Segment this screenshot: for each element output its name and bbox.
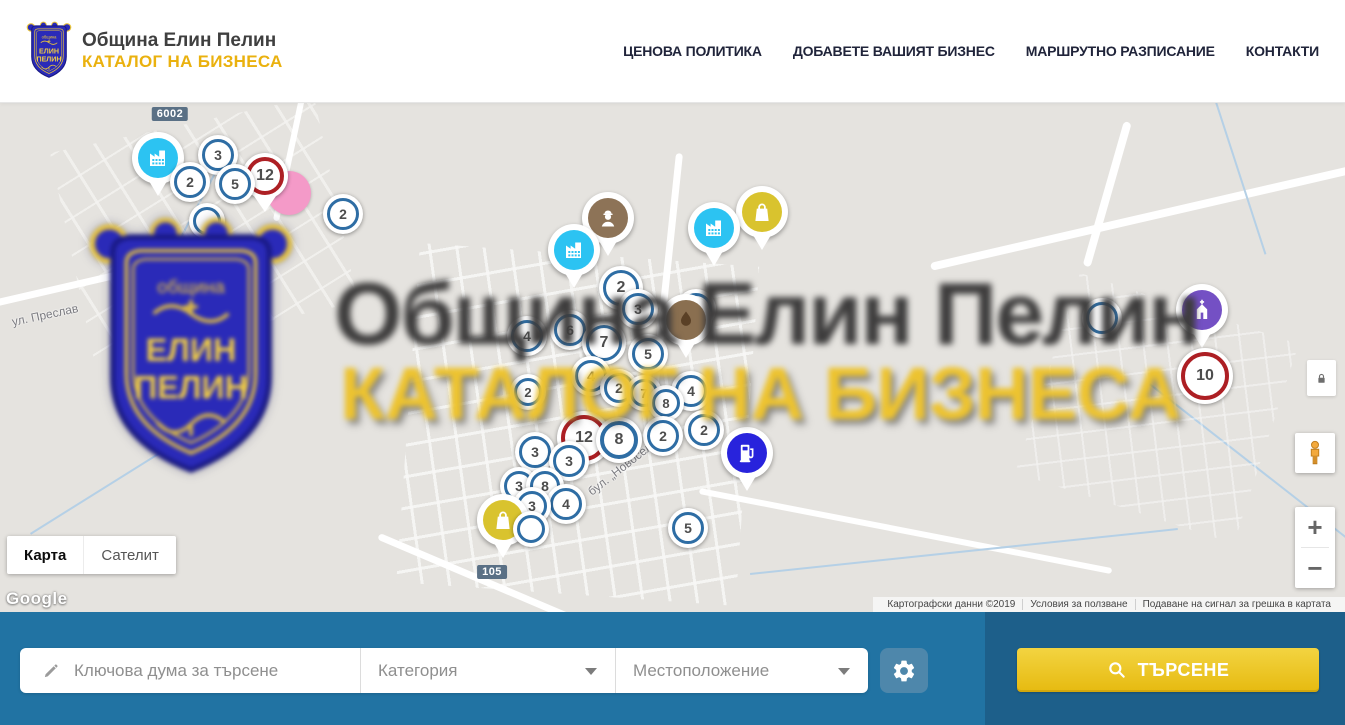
search-button-label: ТЪРСЕНЕ <box>1138 660 1230 681</box>
site-title: Община Елин Пелин <box>82 30 283 52</box>
nav-item-route-schedule[interactable]: МАРШРУТНО РАЗПИСАНИЕ <box>1026 43 1215 59</box>
pegman-icon <box>1301 439 1329 467</box>
cluster-marker[interactable]: 5 <box>668 508 708 548</box>
flame-icon <box>666 300 706 340</box>
cluster-marker[interactable]: 5 <box>628 334 668 374</box>
page: община ЕЛИН ПЕЛИН Община Елин Пелин КАТА… <box>0 0 1345 725</box>
cluster-marker[interactable]: 10 <box>1177 348 1233 404</box>
cluster-marker[interactable] <box>189 203 225 239</box>
map[interactable]: 3251222356475422784221283338345106002105… <box>0 103 1345 612</box>
road-shield: 105 <box>477 565 507 579</box>
factory-pin-marker[interactable] <box>688 202 740 254</box>
street-label: ул. Преслав <box>11 301 80 329</box>
attribution-copyright: Картографски данни ©2019 <box>880 599 1022 610</box>
zoom-in-button[interactable]: + <box>1295 507 1335 547</box>
location-select[interactable]: Местоположение <box>615 648 868 693</box>
map-view-button[interactable]: Карта <box>7 536 83 574</box>
cluster-marker[interactable]: 2 <box>510 374 546 410</box>
search-button[interactable]: ТЪРСЕНЕ <box>1017 648 1319 692</box>
shopping-bag-pin-marker[interactable] <box>736 186 788 238</box>
road-shield: 6002 <box>152 107 188 121</box>
site-logo[interactable]: община ЕЛИН ПЕЛИН Община Елин Пелин КАТА… <box>26 21 283 81</box>
shopping-bag-icon <box>742 192 782 232</box>
worker-icon <box>588 198 628 238</box>
cluster-marker[interactable] <box>1082 298 1122 338</box>
lock-button[interactable] <box>1307 360 1336 396</box>
search-icon <box>1107 660 1127 680</box>
pencil-icon <box>42 662 60 680</box>
church-pin-marker[interactable] <box>1176 284 1228 336</box>
lock-icon <box>1314 371 1329 386</box>
location-select-value: Местоположение <box>633 661 769 681</box>
cluster-marker[interactable]: 3 <box>618 289 658 329</box>
nav-item-contacts[interactable]: КОНТАКТИ <box>1246 43 1319 59</box>
site-subtitle: КАТАЛОГ НА БИЗНЕСА <box>82 52 283 72</box>
nav-item-pricing[interactable]: ЦЕНОВА ПОЛИТИКА <box>623 43 762 59</box>
main-nav: ЦЕНОВА ПОЛИТИКА ДОБАВЕТЕ ВАШИЯТ БИЗНЕС М… <box>623 43 1319 59</box>
pegman-control[interactable] <box>1295 433 1335 473</box>
category-select-value: Категория <box>378 661 457 681</box>
search-field-group: Категория Местоположение <box>20 648 868 693</box>
flame-pin-marker[interactable] <box>660 294 712 346</box>
cluster-marker[interactable]: 8 <box>596 417 642 463</box>
search-bar: Категория Местоположение ТЪРСЕНЕ <box>0 612 1345 725</box>
report-error-link[interactable]: Подаване на сигнал за грешка в картата <box>1135 599 1338 610</box>
gear-icon <box>891 658 917 684</box>
nav-item-add-business[interactable]: ДОБАВЕТЕ ВАШИЯТ БИЗНЕС <box>793 43 995 59</box>
cluster-marker[interactable] <box>513 511 549 547</box>
municipality-crest-icon: община ЕЛИН ПЕЛИН <box>26 21 72 81</box>
advanced-settings-button[interactable] <box>880 648 928 693</box>
terms-link[interactable]: Условия за ползване <box>1022 599 1134 610</box>
category-select[interactable]: Категория <box>360 648 615 693</box>
factory-icon <box>694 208 734 248</box>
cluster-marker[interactable]: 4 <box>507 316 547 356</box>
svg-text:община: община <box>42 34 58 39</box>
svg-text:ЕЛИН: ЕЛИН <box>39 47 59 55</box>
zoom-control: + − <box>1295 507 1335 588</box>
map-type-control: Карта Сателит <box>7 536 176 574</box>
chevron-down-icon <box>838 668 850 675</box>
cluster-marker[interactable]: 2 <box>170 162 210 202</box>
factory-pin-marker[interactable] <box>548 224 600 276</box>
google-logo[interactable]: Google <box>6 589 68 609</box>
keyword-input[interactable] <box>72 660 306 682</box>
factory-icon <box>554 230 594 270</box>
cluster-marker[interactable]: 2 <box>323 194 363 234</box>
header: община ЕЛИН ПЕЛИН Община Елин Пелин КАТА… <box>0 0 1345 103</box>
svg-text:ПЕЛИН: ПЕЛИН <box>36 56 61 64</box>
fuel-pin-marker[interactable] <box>721 427 773 479</box>
chevron-down-icon <box>585 668 597 675</box>
fuel-icon <box>727 433 767 473</box>
map-markers: 3251222356475422784221283338345106002105… <box>0 103 1345 612</box>
cluster-marker[interactable]: 2 <box>684 410 724 450</box>
zoom-out-button[interactable]: − <box>1295 548 1335 588</box>
satellite-view-button[interactable]: Сателит <box>83 536 176 574</box>
map-attribution: Картографски данни ©2019 Условия за полз… <box>873 597 1345 612</box>
keyword-field[interactable] <box>20 648 360 693</box>
cluster-marker[interactable]: 4 <box>546 484 586 524</box>
church-icon <box>1182 290 1222 330</box>
cluster-marker[interactable]: 5 <box>215 164 255 204</box>
cluster-marker[interactable]: 2 <box>643 416 683 456</box>
